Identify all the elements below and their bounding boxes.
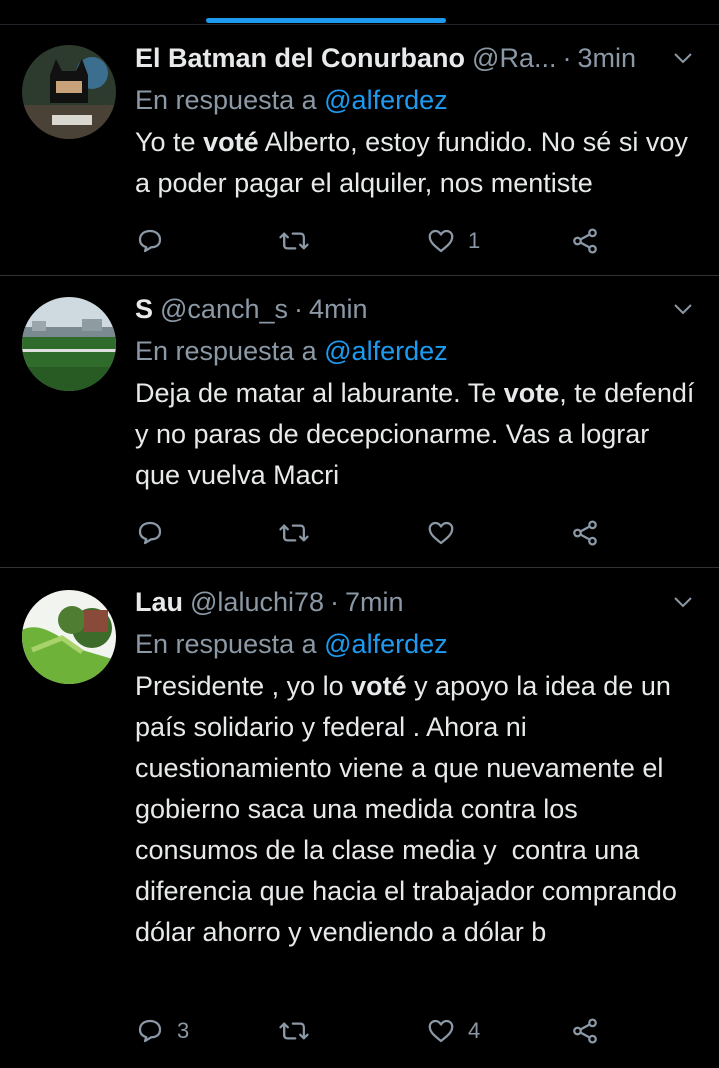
reply-icon — [138, 229, 162, 253]
avatar[interactable] — [22, 297, 116, 391]
reply-count: 3 — [177, 1018, 190, 1043]
like-icon — [428, 521, 454, 545]
tweet-actions: 3 4 — [135, 1011, 615, 1051]
user-handle[interactable]: @Ra... — [472, 38, 556, 78]
tweet-text: Yo te voté Alberto, estoy fundido. No sé… — [135, 122, 701, 204]
like-button[interactable]: 4 — [426, 1011, 480, 1051]
reply-button[interactable] — [135, 221, 177, 261]
user-handle[interactable]: @laluchi78 — [190, 582, 324, 622]
like-icon — [428, 229, 454, 253]
display-name[interactable]: S — [135, 289, 153, 329]
timestamp[interactable]: 7min — [345, 582, 404, 622]
reply-icon — [138, 521, 162, 545]
reply-mention-link[interactable]: @alferdez — [324, 336, 447, 366]
tweet-item[interactable]: El Batman del Conurbano @Ra... · 3min En… — [0, 25, 719, 276]
display-name[interactable]: Lau — [135, 582, 183, 622]
display-name[interactable]: El Batman del Conurbano — [135, 38, 465, 78]
tweet-actions — [135, 513, 615, 553]
separator: · — [562, 43, 572, 73]
tweet-text-bold: voté — [351, 671, 407, 701]
tweet-item[interactable]: Lau @laluchi78 · 7min En respuesta a @al… — [0, 568, 719, 1068]
reply-prefix: En respuesta a — [135, 629, 317, 659]
retweet-icon — [279, 1022, 309, 1040]
tweet-header: Lau @laluchi78 · 7min — [135, 582, 701, 622]
tweet-actions: 1 — [135, 221, 615, 261]
tweet-text: Presidente , yo lo voté y apoyo la idea … — [135, 666, 701, 953]
reply-context: En respuesta a @alferdez — [135, 329, 701, 373]
chevron-down-icon[interactable] — [671, 46, 695, 70]
retweet-button[interactable] — [278, 1011, 322, 1051]
like-count: 4 — [468, 1018, 481, 1043]
tweet-header: El Batman del Conurbano @Ra... · 3min — [135, 38, 701, 78]
like-count: 1 — [468, 228, 481, 253]
reply-mention-link[interactable]: @alferdez — [324, 85, 447, 115]
tweet-text-part: Presidente , yo lo — [135, 671, 352, 701]
separator: · — [294, 294, 303, 324]
separator: · — [330, 587, 340, 617]
tweet-header: S @canch_s · 4min — [135, 289, 701, 329]
reply-icon — [138, 1019, 162, 1043]
retweet-icon — [279, 232, 309, 250]
top-tab-bar — [0, 0, 719, 25]
like-button[interactable]: 1 — [426, 221, 480, 261]
avatar[interactable] — [22, 45, 116, 139]
reply-prefix: En respuesta a — [135, 85, 317, 115]
reply-button[interactable]: 3 — [135, 1011, 189, 1051]
user-handle[interactable]: @canch_s — [160, 289, 288, 329]
share-icon — [573, 228, 597, 254]
reply-mention-link[interactable]: @alferdez — [324, 629, 447, 659]
share-icon — [573, 1018, 597, 1044]
like-button[interactable] — [426, 513, 468, 553]
tweet-text-bold: voté — [203, 127, 259, 157]
reply-prefix: En respuesta a — [135, 336, 317, 366]
reply-context: En respuesta a @alferdez — [135, 78, 701, 122]
avatar[interactable] — [22, 590, 116, 684]
timestamp[interactable]: 3min — [577, 38, 636, 78]
share-button[interactable] — [570, 1011, 600, 1051]
tweet-text-part: Yo te — [135, 127, 204, 157]
tweet-text: Deja de matar al laburante. Te vote, te … — [135, 373, 701, 496]
retweet-button[interactable] — [278, 513, 322, 553]
like-icon — [428, 1019, 454, 1043]
retweet-button[interactable] — [278, 221, 322, 261]
active-tab-indicator — [206, 18, 446, 23]
reply-context: En respuesta a @alferdez — [135, 622, 701, 666]
share-button[interactable] — [570, 221, 600, 261]
tweet-text-bold: vote — [503, 378, 560, 408]
share-button[interactable] — [570, 513, 600, 553]
reply-button[interactable] — [135, 513, 177, 553]
timestamp[interactable]: 4min — [309, 289, 368, 329]
retweet-icon — [279, 524, 309, 542]
share-icon — [573, 520, 597, 546]
tweet-text-part: Deja de matar al laburante. Te — [135, 378, 504, 408]
tweet-text-part: y apoyo la idea de un país solidario y f… — [135, 671, 685, 947]
chevron-down-icon[interactable] — [671, 590, 695, 614]
tweet-item[interactable]: S @canch_s · 4min En respuesta a @alferd… — [0, 276, 719, 568]
chevron-down-icon[interactable] — [671, 297, 695, 321]
